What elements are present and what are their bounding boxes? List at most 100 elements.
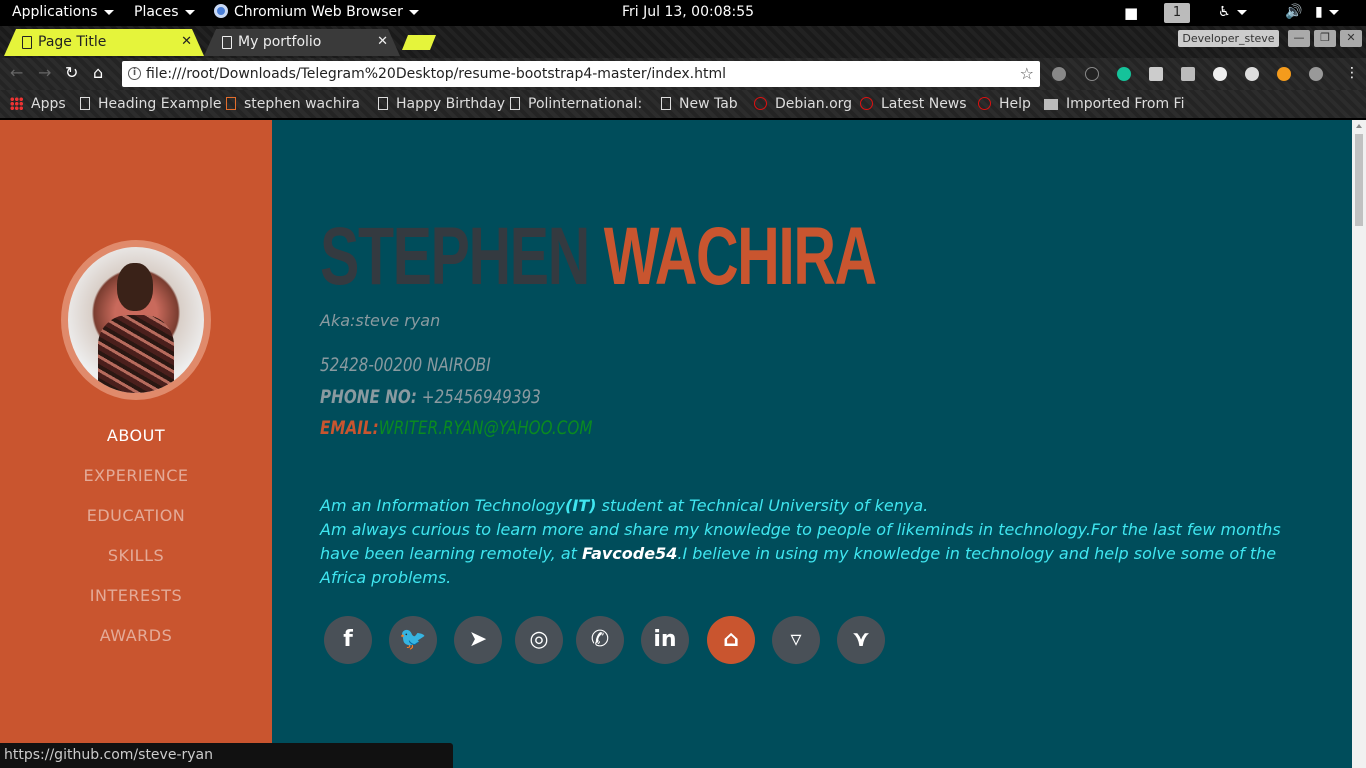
bookmark-heading-example[interactable]: Heading Example: [80, 96, 221, 112]
nav-experience[interactable]: EXPERIENCE: [0, 460, 272, 500]
profile-photo: [61, 240, 211, 400]
phone-value: +25456949393: [421, 386, 541, 408]
workspace-indicator[interactable]: 1: [1164, 3, 1190, 23]
phone-line: PHONE NO: +25456949393: [320, 386, 541, 408]
page-content: ABOUT EXPERIENCE EDUCATION SKILLS INTERE…: [0, 120, 1352, 768]
folder-icon: [1044, 99, 1058, 110]
close-icon[interactable]: ✕: [377, 34, 388, 49]
extension-icon[interactable]: [1213, 67, 1227, 81]
last-name: WACHIRA: [603, 211, 877, 302]
bookmark-apps[interactable]: Apps: [10, 96, 66, 112]
bookmark-latest-news[interactable]: Latest News: [860, 96, 967, 112]
status-bubble: https://github.com/steve-ryan: [0, 743, 453, 768]
url-text[interactable]: file:///root/Downloads/Telegram%20Deskto…: [146, 66, 726, 82]
close-window-button[interactable]: ✕: [1340, 30, 1362, 47]
whatsapp-icon[interactable]: ✆: [576, 616, 624, 664]
bookmark-imported-folder[interactable]: Imported From Fi: [1044, 96, 1184, 112]
page-icon: [661, 97, 671, 110]
gitlab-icon: [226, 97, 236, 110]
profile-label[interactable]: Developer_steve: [1178, 30, 1279, 47]
page-title: STEPHEN WACHIRA: [320, 216, 877, 298]
chromium-icon: [214, 4, 228, 18]
tab-label: Page Title: [38, 34, 107, 50]
extension-icon[interactable]: [1309, 67, 1323, 81]
bookmark-help[interactable]: Help: [978, 96, 1031, 112]
maximize-button[interactable]: ❐: [1314, 30, 1336, 47]
linkedin-icon[interactable]: in: [641, 616, 689, 664]
info-icon[interactable]: i: [128, 67, 141, 80]
first-name: STEPHEN: [320, 211, 590, 302]
bookmark-happy-birthday[interactable]: Happy Birthday: [378, 96, 505, 112]
bookmark-polinternational[interactable]: Polinternational:: [510, 96, 642, 112]
bio-text: Am an Information Technology(IT) student…: [320, 496, 1281, 587]
debian-icon: [754, 97, 767, 110]
page-icon: [378, 97, 388, 110]
play-icon[interactable]: [1277, 67, 1291, 81]
telegram-icon[interactable]: ➤: [454, 616, 502, 664]
bitbucket-icon[interactable]: ▿: [772, 616, 820, 664]
places-menu[interactable]: Places: [134, 4, 195, 20]
phone-label: PHONE NO:: [320, 386, 417, 408]
active-app-menu[interactable]: Chromium Web Browser: [214, 4, 419, 20]
tab-strip: Page Title ✕ My portfolio ✕: [0, 26, 1366, 58]
email-label: EMAIL:: [320, 417, 379, 439]
instagram-icon[interactable]: ◎: [515, 616, 563, 664]
nav-interests[interactable]: INTERESTS: [0, 580, 272, 620]
twitter-icon[interactable]: 🐦: [389, 616, 437, 664]
tab-my-portfolio[interactable]: My portfolio ✕: [204, 29, 400, 56]
video-icon[interactable]: ■: [1124, 4, 1138, 22]
nav-awards[interactable]: AWARDS: [0, 620, 272, 660]
page-icon: [22, 36, 32, 49]
aka-text: Aka:steve ryan: [320, 311, 441, 330]
tab-page-title[interactable]: Page Title ✕: [4, 29, 204, 56]
bookmark-new-tab[interactable]: New Tab: [661, 96, 738, 112]
accessibility-icon[interactable]: ♿: [1218, 4, 1247, 20]
page-scrollbar[interactable]: [1352, 120, 1366, 768]
chat-icon[interactable]: [1245, 67, 1259, 81]
dropbox-icon[interactable]: [1149, 67, 1163, 81]
volume-icon[interactable]: 🔊: [1285, 4, 1302, 20]
facebook-icon[interactable]: f: [324, 616, 372, 664]
home-icon[interactable]: ⌂: [93, 63, 103, 82]
forward-icon[interactable]: →: [38, 63, 51, 82]
battery-icon[interactable]: ▮: [1315, 4, 1339, 20]
extension-icon[interactable]: [1052, 67, 1066, 81]
extension-icon[interactable]: [1085, 67, 1099, 81]
address-bar[interactable]: i file:///root/Downloads/Telegram%20Desk…: [122, 61, 1040, 87]
bookmark-debian[interactable]: Debian.org: [754, 96, 852, 112]
new-tab-button[interactable]: [402, 35, 436, 50]
back-icon[interactable]: ←: [10, 63, 23, 82]
email-link[interactable]: WRITER.RYAN@YAHOO.COM: [379, 417, 593, 439]
close-icon[interactable]: ✕: [181, 34, 192, 49]
browser-toolbar: ← → ↻ ⌂ i file:///root/Downloads/Telegra…: [0, 58, 1366, 90]
scrollbar-thumb[interactable]: [1355, 134, 1363, 226]
system-top-bar: Applications Places Chromium Web Browser…: [0, 0, 1366, 26]
clock[interactable]: Fri Jul 13, 00:08:55: [622, 4, 754, 20]
reload-icon[interactable]: ↻: [65, 63, 78, 82]
page-icon: [510, 97, 520, 110]
minimize-button[interactable]: —: [1288, 30, 1310, 47]
bookmarks-bar: Apps Heading Example stephen wachira Hap…: [0, 90, 1366, 118]
tab-label: My portfolio: [238, 34, 322, 50]
bookmark-stephen-wachira[interactable]: stephen wachira: [226, 96, 360, 112]
menu-icon[interactable]: ⋮: [1345, 65, 1359, 81]
debian-icon: [978, 97, 991, 110]
bookmark-star-icon[interactable]: ☆: [1020, 61, 1034, 87]
grammarly-icon[interactable]: [1117, 67, 1131, 81]
apps-grid-icon: [10, 97, 23, 110]
gitlab-icon[interactable]: ⋎: [837, 616, 885, 664]
page-icon: [222, 36, 232, 49]
sidebar: ABOUT EXPERIENCE EDUCATION SKILLS INTERE…: [0, 120, 272, 768]
address-text: 52428-00200 NAIROBI: [320, 354, 491, 376]
sidebar-nav: ABOUT EXPERIENCE EDUCATION SKILLS INTERE…: [0, 420, 272, 660]
favcode-link: Favcode54: [581, 544, 678, 563]
email-line: EMAIL:WRITER.RYAN@YAHOO.COM: [320, 417, 592, 439]
nav-about[interactable]: ABOUT: [0, 420, 272, 460]
debian-icon: [860, 97, 873, 110]
github-icon[interactable]: ⌂: [707, 616, 755, 664]
scroll-up-icon[interactable]: [1356, 124, 1362, 128]
applications-menu[interactable]: Applications: [12, 4, 114, 20]
camera-icon[interactable]: [1181, 67, 1195, 81]
nav-education[interactable]: EDUCATION: [0, 500, 272, 540]
nav-skills[interactable]: SKILLS: [0, 540, 272, 580]
